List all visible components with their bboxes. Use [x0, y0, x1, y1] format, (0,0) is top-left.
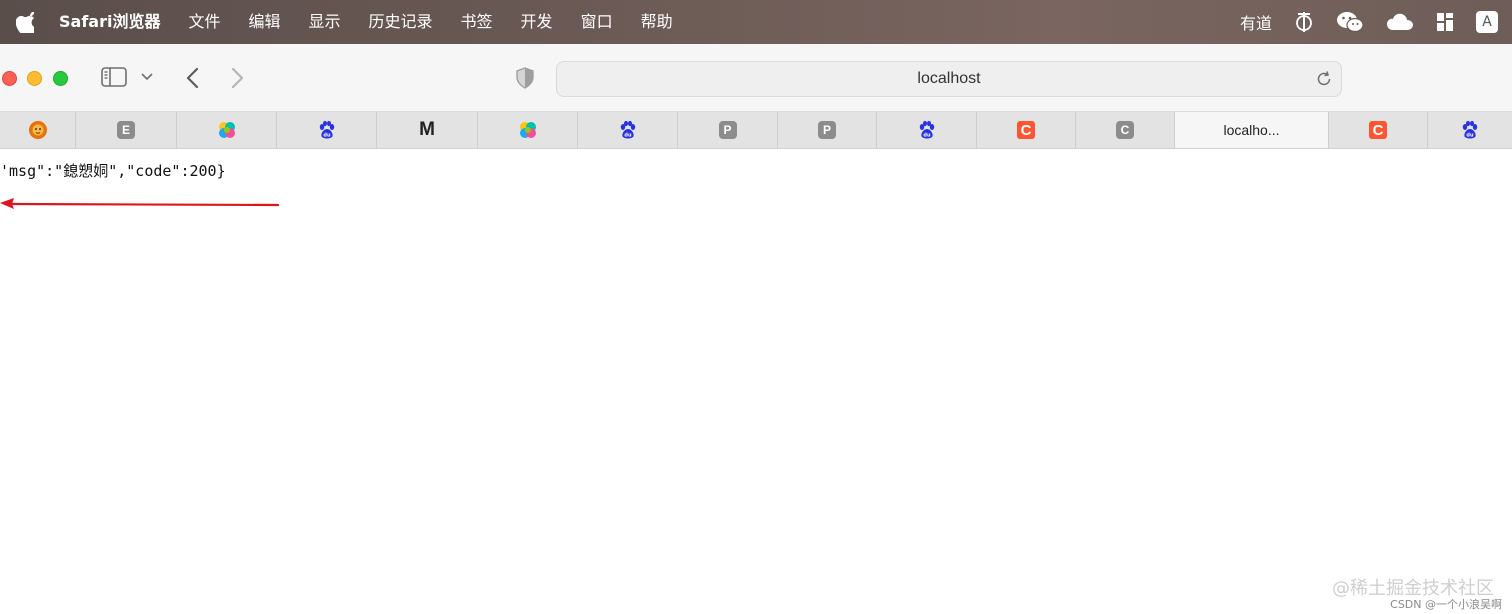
json-response-text: 'msg":"鎴愬姛","code":200}: [0, 162, 226, 180]
csdn-favicon-icon: C: [1017, 121, 1035, 139]
chevron-down-icon[interactable]: [140, 70, 154, 84]
translate-phi-icon[interactable]: [1294, 11, 1314, 33]
baidu-paw-icon: du: [919, 120, 934, 139]
baidu-paw-icon: du: [319, 120, 334, 139]
tab-m[interactable]: M: [377, 112, 478, 148]
back-arrow-icon[interactable]: [182, 66, 202, 90]
browser-toolbar: localhost: [0, 44, 1512, 112]
tab-baidu-3[interactable]: du: [877, 112, 977, 148]
menu-history[interactable]: 历史记录: [369, 0, 433, 44]
tab-elastic-1[interactable]: [177, 112, 277, 148]
csdn-watermark: CSDN @一个小浪吴啊: [1390, 598, 1502, 611]
elastic-favicon-icon: [519, 122, 536, 138]
menu-app-safari[interactable]: Safari浏览器: [59, 0, 160, 44]
address-bar[interactable]: localhost: [556, 61, 1342, 97]
tab-baidu-2[interactable]: du: [578, 112, 678, 148]
tab-elastic-2[interactable]: [478, 112, 578, 148]
letter-p-favicon: P: [818, 121, 836, 139]
menu-bookmarks[interactable]: 书签: [461, 0, 493, 44]
menu-bar-tray: 有道 A: [1240, 0, 1512, 44]
tab-p-1[interactable]: P: [678, 112, 778, 148]
wechat-icon[interactable]: [1336, 11, 1364, 33]
tab-localhost-active[interactable]: localho...: [1175, 112, 1329, 148]
address-url[interactable]: localhost: [557, 62, 1341, 96]
menu-view[interactable]: 显示: [309, 0, 341, 44]
tab-baidu-4[interactable]: du: [1428, 112, 1512, 148]
tab-baidu-1[interactable]: du: [277, 112, 377, 148]
csdn-favicon-icon: C: [1369, 121, 1387, 139]
reload-icon[interactable]: [1315, 70, 1333, 88]
fullscreen-window-button[interactable]: [53, 71, 68, 86]
menu-file[interactable]: 文件: [188, 0, 220, 44]
svg-text:du: du: [923, 133, 931, 139]
tab-c-gray[interactable]: C: [1076, 112, 1175, 148]
tab-title: localho...: [1223, 122, 1280, 138]
menu-window[interactable]: 窗口: [581, 0, 613, 44]
cloud-icon[interactable]: [1386, 13, 1414, 31]
lion-favicon-icon: [28, 121, 47, 139]
svg-text:du: du: [323, 133, 331, 139]
forward-arrow-icon[interactable]: [228, 66, 248, 90]
red-annotation-arrow: [0, 198, 280, 209]
baidu-paw-icon: du: [620, 120, 635, 139]
close-window-button[interactable]: [2, 71, 17, 86]
youdao-tray-item[interactable]: 有道: [1240, 10, 1272, 34]
menu-help[interactable]: 帮助: [641, 0, 673, 44]
privacy-shield-icon[interactable]: [514, 66, 536, 90]
tab-csdn-1[interactable]: C: [977, 112, 1076, 148]
tab-e[interactable]: E: [76, 112, 177, 148]
letter-p-favicon: P: [718, 121, 737, 139]
input-method-badge[interactable]: A: [1476, 11, 1498, 33]
letter-e-favicon: E: [117, 121, 135, 139]
baidu-paw-icon: du: [1462, 120, 1478, 139]
minimize-window-button[interactable]: [27, 71, 42, 86]
letter-m-favicon: M: [419, 119, 435, 140]
tab-pinned-lion[interactable]: [0, 112, 76, 148]
tab-bar: E du M du P P du C C localho... C du: [0, 112, 1512, 149]
elastic-favicon-icon: [218, 122, 235, 138]
tab-csdn-2[interactable]: C: [1329, 112, 1428, 148]
letter-c-favicon: C: [1116, 121, 1134, 139]
apple-menu-icon[interactable]: [0, 11, 50, 33]
svg-text:du: du: [1466, 133, 1474, 139]
tab-p-2[interactable]: P: [778, 112, 877, 148]
menu-develop[interactable]: 开发: [521, 0, 553, 44]
grid-app-icon[interactable]: [1436, 12, 1454, 32]
svg-text:du: du: [624, 133, 632, 139]
macos-menu-bar: Safari浏览器 文件 编辑 显示 历史记录 书签 开发 窗口 帮助 有道 A: [0, 0, 1512, 44]
menu-edit[interactable]: 编辑: [248, 0, 280, 44]
sidebar-toggle-icon[interactable]: [100, 66, 128, 88]
